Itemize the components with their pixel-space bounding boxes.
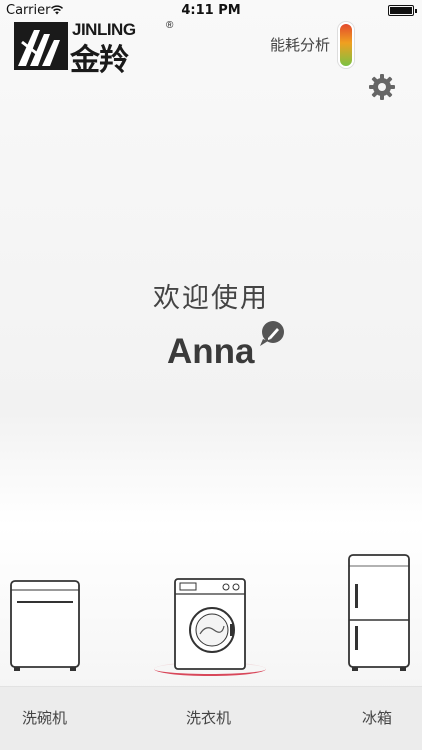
fridge-icon[interactable]: [348, 554, 410, 672]
edit-bubble-icon[interactable]: [258, 320, 286, 348]
brand-logo: JINLING ® 金羚: [14, 20, 182, 78]
tab-bar: 洗碗机 洗衣机 冰箱: [0, 686, 422, 750]
tab-refrigerator[interactable]: 冰箱: [362, 707, 392, 728]
logo-registered-mark: ®: [166, 20, 174, 31]
gear-icon[interactable]: [368, 73, 396, 101]
dishwasher-icon[interactable]: [10, 580, 80, 672]
energy-analysis-label: 能耗分析: [270, 36, 331, 54]
washing-machine-icon[interactable]: [174, 578, 246, 672]
tab-dishwasher[interactable]: 洗碗机: [22, 707, 67, 728]
logo-mark-icon: [14, 22, 68, 70]
status-bar: Carrier 4:11 PM: [0, 0, 422, 20]
welcome-text: 欢迎使用: [153, 283, 269, 314]
energy-meter-icon: [338, 22, 354, 68]
logo-brand-cn: 金羚: [70, 43, 129, 78]
status-time: 4:11 PM: [181, 3, 241, 18]
tab-washing-machine[interactable]: 洗衣机: [186, 707, 231, 728]
user-name: Anna: [167, 332, 255, 371]
battery-icon: [388, 5, 417, 16]
